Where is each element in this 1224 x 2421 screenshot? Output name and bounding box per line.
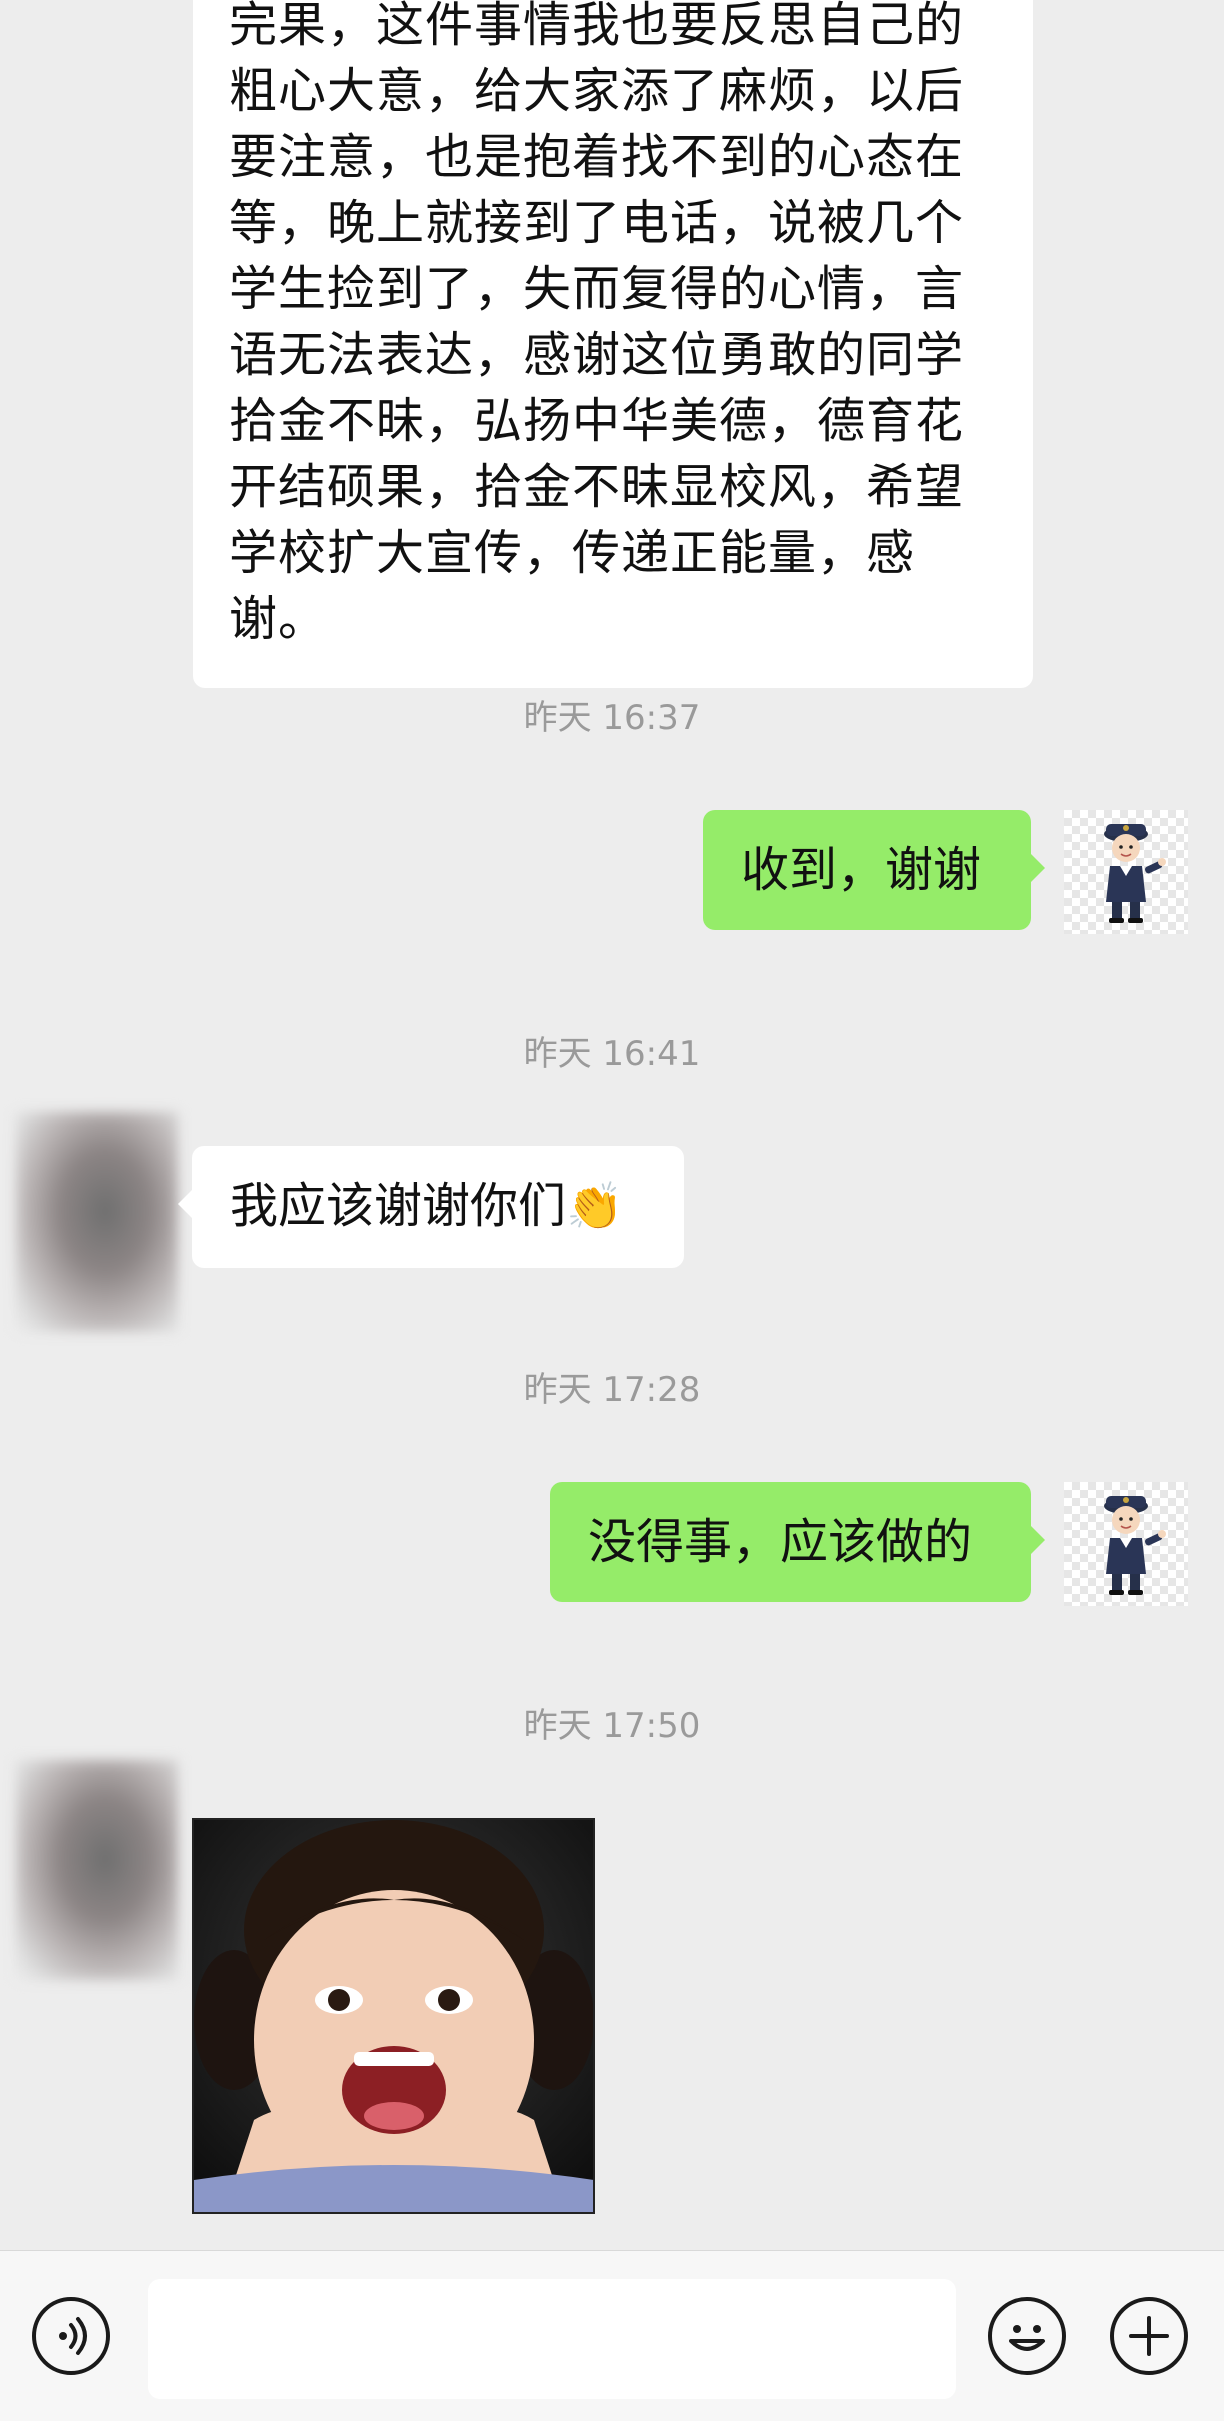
police-cartoon-icon: [1104, 824, 1166, 923]
self-avatar[interactable]: [1064, 1482, 1188, 1606]
child-photo-illustration: [194, 1820, 593, 2212]
clapping-hands-icon: 👏: [566, 1179, 624, 1233]
voice-button[interactable]: [32, 2297, 110, 2375]
contact-avatar[interactable]: [16, 1760, 178, 1980]
timestamp: 昨天 17:50: [523, 1706, 701, 1746]
message-bubble-incoming[interactable]: 完果，这件事情我也要反思自己的 粗心大意，给大家添了麻烦，以后 要注意，也是抱着…: [193, 0, 1033, 688]
message-text: 完果，这件事情我也要反思自己的 粗心大意，给大家添了麻烦，以后 要注意，也是抱着…: [229, 0, 965, 647]
timestamp: 昨天 17:28: [523, 1370, 701, 1410]
message-input[interactable]: [148, 2279, 956, 2399]
police-cartoon-icon: [1104, 1496, 1166, 1595]
emoji-icon: [1009, 2325, 1045, 2351]
message-bubble-outgoing[interactable]: 没得事，应该做的: [550, 1482, 1045, 1602]
message-text: 收到，谢谢: [741, 842, 982, 898]
message-bubble-outgoing[interactable]: 收到，谢谢: [703, 810, 1045, 930]
self-avatar[interactable]: [1064, 810, 1188, 934]
message-text: 没得事，应该做的: [588, 1514, 973, 1570]
voice-icon: [59, 2317, 87, 2355]
timestamp: 昨天 16:41: [523, 1034, 701, 1074]
message-text: 我应该谢谢你们: [230, 1178, 567, 1234]
message-bubble-incoming[interactable]: 我应该谢谢你们👏: [178, 1146, 684, 1268]
more-button[interactable]: [1110, 2297, 1188, 2375]
emoji-button[interactable]: [988, 2297, 1066, 2375]
plus-icon: [1129, 2316, 1169, 2356]
sticker-image-child-thumbs-up[interactable]: [192, 1818, 595, 2214]
timestamp: 昨天 16:37: [523, 698, 701, 738]
contact-avatar[interactable]: [16, 1112, 178, 1332]
input-toolbar: [0, 2250, 1224, 2421]
chat-area[interactable]: 完果，这件事情我也要反思自己的 粗心大意，给大家添了麻烦，以后 要注意，也是抱着…: [0, 0, 1224, 2250]
